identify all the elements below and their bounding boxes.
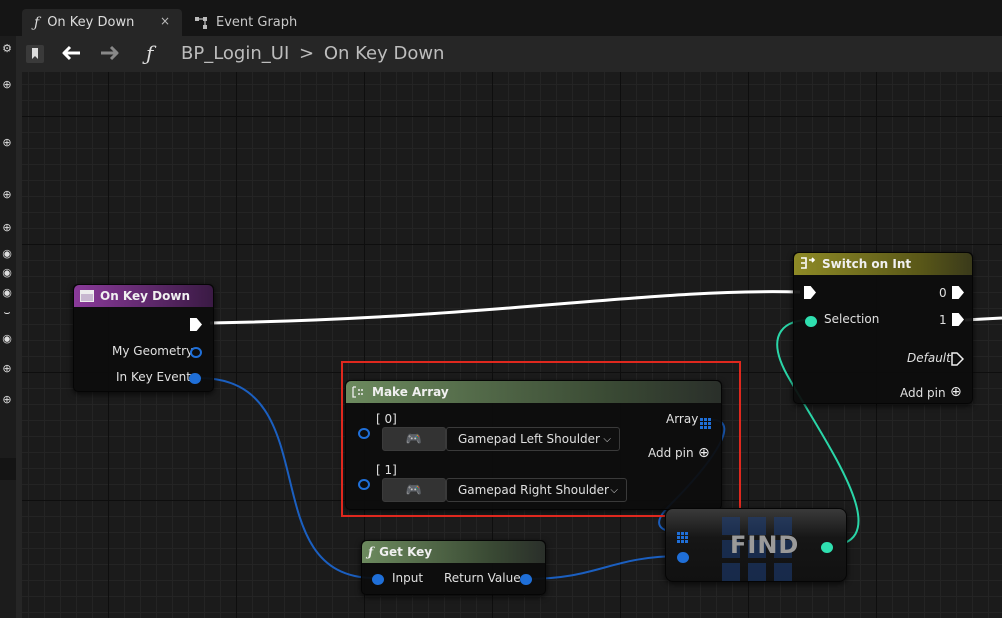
geometry-output-pin[interactable] [190, 347, 202, 358]
make-array-node[interactable]: Make Array [ 0] 🎮 Gamepad Left Shoulder … [345, 380, 722, 510]
item-input-pin[interactable] [677, 552, 689, 563]
add-icon[interactable]: ⊕ [0, 362, 14, 375]
input-pin[interactable] [372, 574, 384, 585]
exec-output-0[interactable] [952, 286, 964, 299]
key-event-output-pin[interactable] [189, 373, 201, 384]
add-icon[interactable]: ⊕ [0, 188, 14, 201]
pin-label-selection: Selection [824, 312, 880, 326]
key-dropdown-0[interactable]: Gamepad Left Shoulder ⌵ [446, 427, 620, 451]
gamepad-icon: 🎮 [405, 431, 423, 447]
on-key-down-node[interactable]: On Key Down My Geometry In Key Event [73, 284, 214, 392]
event-icon [80, 290, 94, 302]
tab-on-key-down[interactable]: ƒ On Key Down × [22, 9, 182, 36]
chevron-down-icon: ⌵ [603, 434, 611, 445]
key-value-0: Gamepad Left Shoulder [458, 432, 600, 446]
tab-bar: ƒ On Key Down × Event Graph [0, 0, 1002, 36]
eye-icon[interactable]: ◉ [0, 266, 14, 279]
node-header: Make Array [346, 381, 721, 403]
key-selector-0[interactable]: 🎮 [382, 427, 446, 451]
breadcrumb-separator: > [298, 43, 315, 64]
forward-arrow-icon[interactable] [99, 44, 121, 66]
add-pin-icon[interactable]: ⊕ [950, 384, 962, 400]
function-icon: ƒ [368, 545, 374, 559]
breadcrumb-blueprint[interactable]: BP_Login_UI [181, 43, 289, 64]
bookmark-icon[interactable] [24, 42, 46, 66]
switch-on-int-node[interactable]: Switch on Int 0 Selection 1 Default Add … [793, 252, 973, 404]
gamepad-icon: 🎮 [405, 482, 423, 498]
array-output-pin[interactable] [700, 415, 712, 434]
eye-icon[interactable]: ◉ [0, 332, 14, 345]
chevron-down-icon: ⌵ [610, 485, 618, 496]
add-icon[interactable]: ⊕ [0, 78, 14, 91]
graph-toolbar: ƒ BP_Login_UI > On Key Down [22, 36, 1002, 72]
index-label-0: [ 0] [376, 412, 397, 426]
node-header: Switch on Int [794, 253, 972, 275]
event-graph-icon [194, 16, 208, 30]
get-key-node[interactable]: ƒ Get Key Input Return Value [361, 540, 546, 595]
return-value-output-pin[interactable] [520, 574, 532, 585]
key-selector-1[interactable]: 🎮 [382, 478, 446, 502]
eye-icon[interactable]: ◉ [0, 247, 14, 260]
pin-label-return-value: Return Value [444, 571, 521, 585]
key-dropdown-1[interactable]: Gamepad Right Shoulder ⌵ [446, 478, 627, 502]
selection-input-pin[interactable] [805, 316, 817, 327]
tab-label: On Key Down [47, 15, 135, 30]
index-output-pin[interactable] [821, 542, 833, 553]
side-panel-strip: ⚙ ⊕ ⊕ ⊕ ⊕ ◉ ◉ ◉ ⌣ ◉ ⊕ ⊕ [0, 36, 16, 618]
array-input-pin[interactable] [677, 529, 689, 548]
index-label-1: [ 1] [376, 463, 397, 477]
pin-label-array: Array [666, 412, 699, 426]
node-header: ƒ Get Key [362, 541, 545, 563]
key-value-1: Gamepad Right Shoulder [458, 483, 609, 497]
function-icon: ƒ [146, 41, 154, 65]
switch-icon [800, 256, 816, 272]
add-icon[interactable]: ⊕ [0, 136, 14, 149]
tab-label: Event Graph [216, 15, 298, 30]
pin-label-geometry: My Geometry [112, 344, 194, 358]
close-icon[interactable]: × [160, 14, 170, 28]
node-title: Switch on Int [822, 257, 912, 271]
breadcrumb-function[interactable]: On Key Down [324, 43, 445, 64]
pin-label-input: Input [392, 571, 424, 585]
node-title: Make Array [372, 385, 449, 399]
find-node[interactable]: FIND [665, 508, 847, 582]
gear-icon[interactable]: ⚙ [0, 42, 14, 55]
array-icon [352, 386, 366, 398]
add-pin-icon[interactable]: ⊕ [698, 445, 710, 461]
eye-icon[interactable]: ◉ [0, 286, 14, 299]
element-0-input-pin[interactable] [358, 428, 370, 439]
add-pin-label[interactable]: Add pin [900, 386, 946, 400]
add-icon[interactable]: ⊕ [0, 393, 14, 406]
exec-output-1[interactable] [952, 313, 964, 326]
panel-divider [0, 458, 16, 480]
pin-label-key-event: In Key Event [116, 370, 191, 384]
back-arrow-icon[interactable] [60, 44, 82, 66]
eye-closed-icon[interactable]: ⌣ [0, 306, 14, 320]
node-title: On Key Down [100, 289, 190, 303]
breadcrumb: BP_Login_UI > On Key Down [181, 43, 444, 64]
add-pin-label[interactable]: Add pin [648, 446, 694, 460]
exec-input-pin[interactable] [804, 286, 816, 299]
node-title: FIND [730, 531, 800, 559]
tab-event-graph[interactable]: Event Graph [192, 9, 342, 36]
pin-label-default: Default [907, 351, 951, 365]
exec-output-pin[interactable] [190, 318, 202, 331]
add-icon[interactable]: ⊕ [0, 221, 14, 234]
pin-label-out-1: 1 [939, 313, 947, 327]
node-title: Get Key [379, 545, 433, 559]
element-1-input-pin[interactable] [358, 479, 370, 490]
node-header: On Key Down [74, 285, 213, 307]
exec-output-default[interactable] [951, 351, 965, 370]
pin-label-out-0: 0 [939, 286, 947, 300]
function-icon: ƒ [34, 14, 40, 31]
